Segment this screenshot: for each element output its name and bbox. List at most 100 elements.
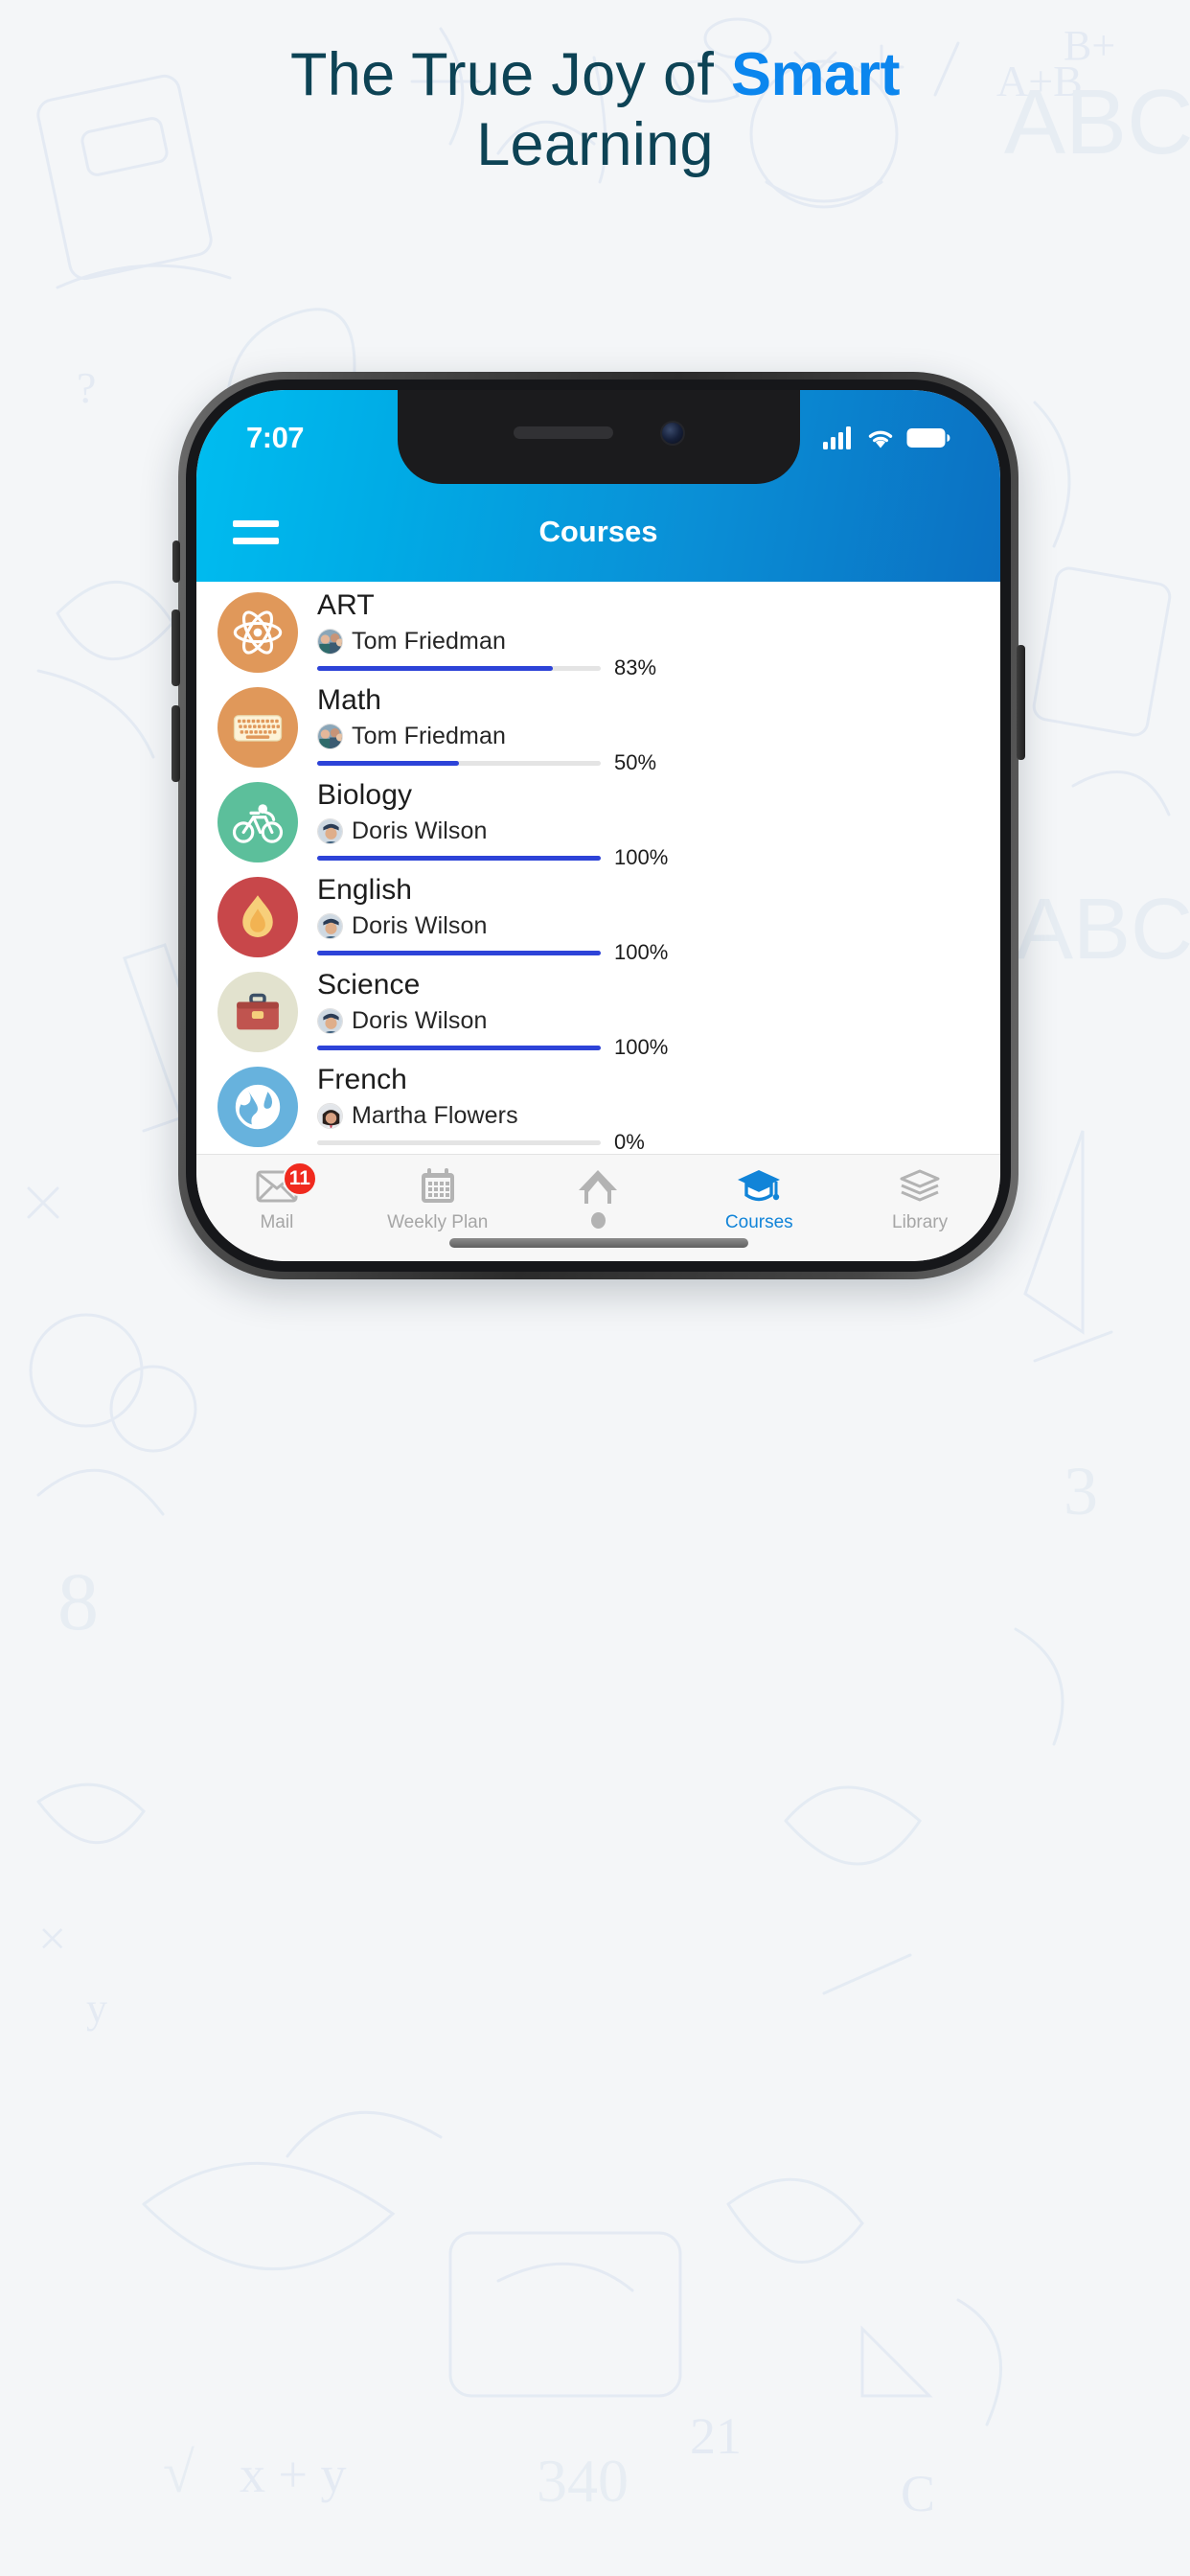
flame-icon <box>217 877 298 957</box>
hamburger-bar <box>233 519 279 527</box>
tab-courses[interactable]: Courses <box>678 1166 839 1233</box>
course-teacher: Doris Wilson <box>317 1007 995 1035</box>
course-title: ART <box>317 589 375 621</box>
progress-track <box>317 1139 601 1145</box>
tab-label: Weekly Plan <box>387 1212 489 1232</box>
progress-percent: 100% <box>614 940 669 964</box>
course-body: Science Doris Wilson 100% <box>317 967 995 1062</box>
avatar-doris <box>317 818 343 844</box>
progress-percent: 0% <box>614 1130 645 1154</box>
headline-text-plain: The True Joy of <box>289 41 731 108</box>
course-teacher: Doris Wilson <box>317 817 995 845</box>
progress-fill <box>317 665 553 671</box>
course-teacher: Martha Flowers <box>317 1102 995 1130</box>
progress-track <box>317 950 601 955</box>
svg-text:8: 8 <box>57 1555 99 1647</box>
tab-home[interactable] <box>518 1166 679 1234</box>
course-title: English <box>317 874 413 906</box>
app-nav-bar: Courses <box>196 503 1000 561</box>
cellular-signal-icon <box>823 426 851 449</box>
progress-percent: 50% <box>614 750 657 774</box>
status-bar: 7:07 <box>196 419 1000 457</box>
course-progress: 83% <box>317 656 662 680</box>
course-row[interactable]: English Doris Wilson 100% <box>196 872 1000 967</box>
page-title: Courses <box>538 515 658 548</box>
svg-text:y: y <box>86 1985 107 2032</box>
headline-line-1: The True Joy of Smart <box>0 40 1190 110</box>
notification-badge: 11 <box>282 1162 317 1196</box>
bicycle-icon <box>217 782 298 862</box>
course-body: English Doris Wilson 100% <box>317 872 995 967</box>
home-dot-indicator <box>590 1212 606 1234</box>
teacher-name: Martha Flowers <box>352 1102 518 1129</box>
progress-track <box>317 855 601 861</box>
course-progress: 100% <box>317 940 668 965</box>
progress-track <box>317 665 601 671</box>
course-title: French <box>317 1064 407 1095</box>
svg-text:ABC: ABC <box>1016 882 1190 978</box>
briefcase-icon <box>217 972 298 1052</box>
course-row[interactable]: Math Tom Friedman 50% <box>196 682 1000 777</box>
progress-percent: 100% <box>614 845 669 869</box>
svg-text:?: ? <box>77 363 96 412</box>
home-indicator[interactable] <box>448 1238 748 1248</box>
svg-text:×: × <box>38 1912 66 1966</box>
svg-text:C: C <box>901 2465 935 2522</box>
battery-icon <box>906 428 950 448</box>
svg-text:21: 21 <box>690 2407 742 2465</box>
avatar-doris <box>317 913 343 939</box>
svg-text:√: √ <box>163 2441 195 2504</box>
app-header: 7:07 Courses <box>196 390 1000 582</box>
status-icons <box>822 426 950 450</box>
wifi-icon <box>868 430 893 448</box>
tab-library[interactable]: Library <box>839 1166 1000 1233</box>
tab-label: Mail <box>260 1212 294 1232</box>
teacher-name: Doris Wilson <box>352 1007 488 1034</box>
books-icon <box>899 1166 941 1207</box>
teacher-name: Tom Friedman <box>352 723 506 749</box>
avatar-tom <box>317 724 343 749</box>
phone-mute-switch[interactable] <box>172 540 180 583</box>
course-body: Biology Doris Wilson 100% <box>317 777 995 872</box>
course-teacher: Tom Friedman <box>317 628 995 656</box>
progress-percent: 100% <box>614 1035 669 1059</box>
headline-line-2: Learning <box>476 111 714 178</box>
progress-percent: 83% <box>614 656 657 679</box>
avatar-doris <box>317 1008 343 1034</box>
teacher-name: Doris Wilson <box>352 817 488 844</box>
course-progress: 50% <box>317 750 662 775</box>
tab-weekly-plan[interactable]: Weekly Plan <box>357 1166 518 1233</box>
course-teacher: Tom Friedman <box>317 723 995 750</box>
tab-mail[interactable]: 11 Mail <box>196 1162 357 1233</box>
course-body: French Martha Flowers 0% <box>317 1062 995 1154</box>
course-list[interactable]: ART Tom Friedman 83% Math Tom Friedman 5… <box>196 582 1000 1154</box>
phone-power-button[interactable] <box>1017 645 1025 760</box>
progress-track <box>317 760 601 766</box>
progress-fill <box>317 950 601 955</box>
status-time: 7:07 <box>246 421 305 454</box>
course-title: Science <box>317 969 421 1000</box>
course-row[interactable]: French Martha Flowers 0% <box>196 1062 1000 1154</box>
graduation-cap-icon <box>737 1166 781 1207</box>
progress-fill <box>317 855 601 861</box>
course-row[interactable]: ART Tom Friedman 83% <box>196 587 1000 682</box>
svg-text:340: 340 <box>537 2447 629 2515</box>
calendar-icon <box>419 1166 457 1207</box>
course-row[interactable]: Science Doris Wilson 100% <box>196 967 1000 1062</box>
course-progress: 100% <box>317 1035 668 1060</box>
phone-volume-down-button[interactable] <box>172 705 180 782</box>
teacher-name: Doris Wilson <box>352 912 488 939</box>
course-body: ART Tom Friedman 83% <box>317 587 995 682</box>
atom-icon <box>217 592 298 673</box>
hamburger-menu-icon[interactable] <box>233 519 279 544</box>
home-icon <box>577 1166 619 1207</box>
course-body: Math Tom Friedman 50% <box>317 682 995 777</box>
globe-icon <box>217 1067 298 1147</box>
keyboard-icon <box>217 687 298 768</box>
teacher-name: Tom Friedman <box>352 628 506 655</box>
course-progress: 100% <box>317 845 668 870</box>
phone-volume-up-button[interactable] <box>172 610 180 686</box>
hero-headline: The True Joy of Smart Learning <box>0 40 1190 180</box>
course-row[interactable]: Biology Doris Wilson 100% <box>196 777 1000 872</box>
course-title: Biology <box>317 779 413 811</box>
